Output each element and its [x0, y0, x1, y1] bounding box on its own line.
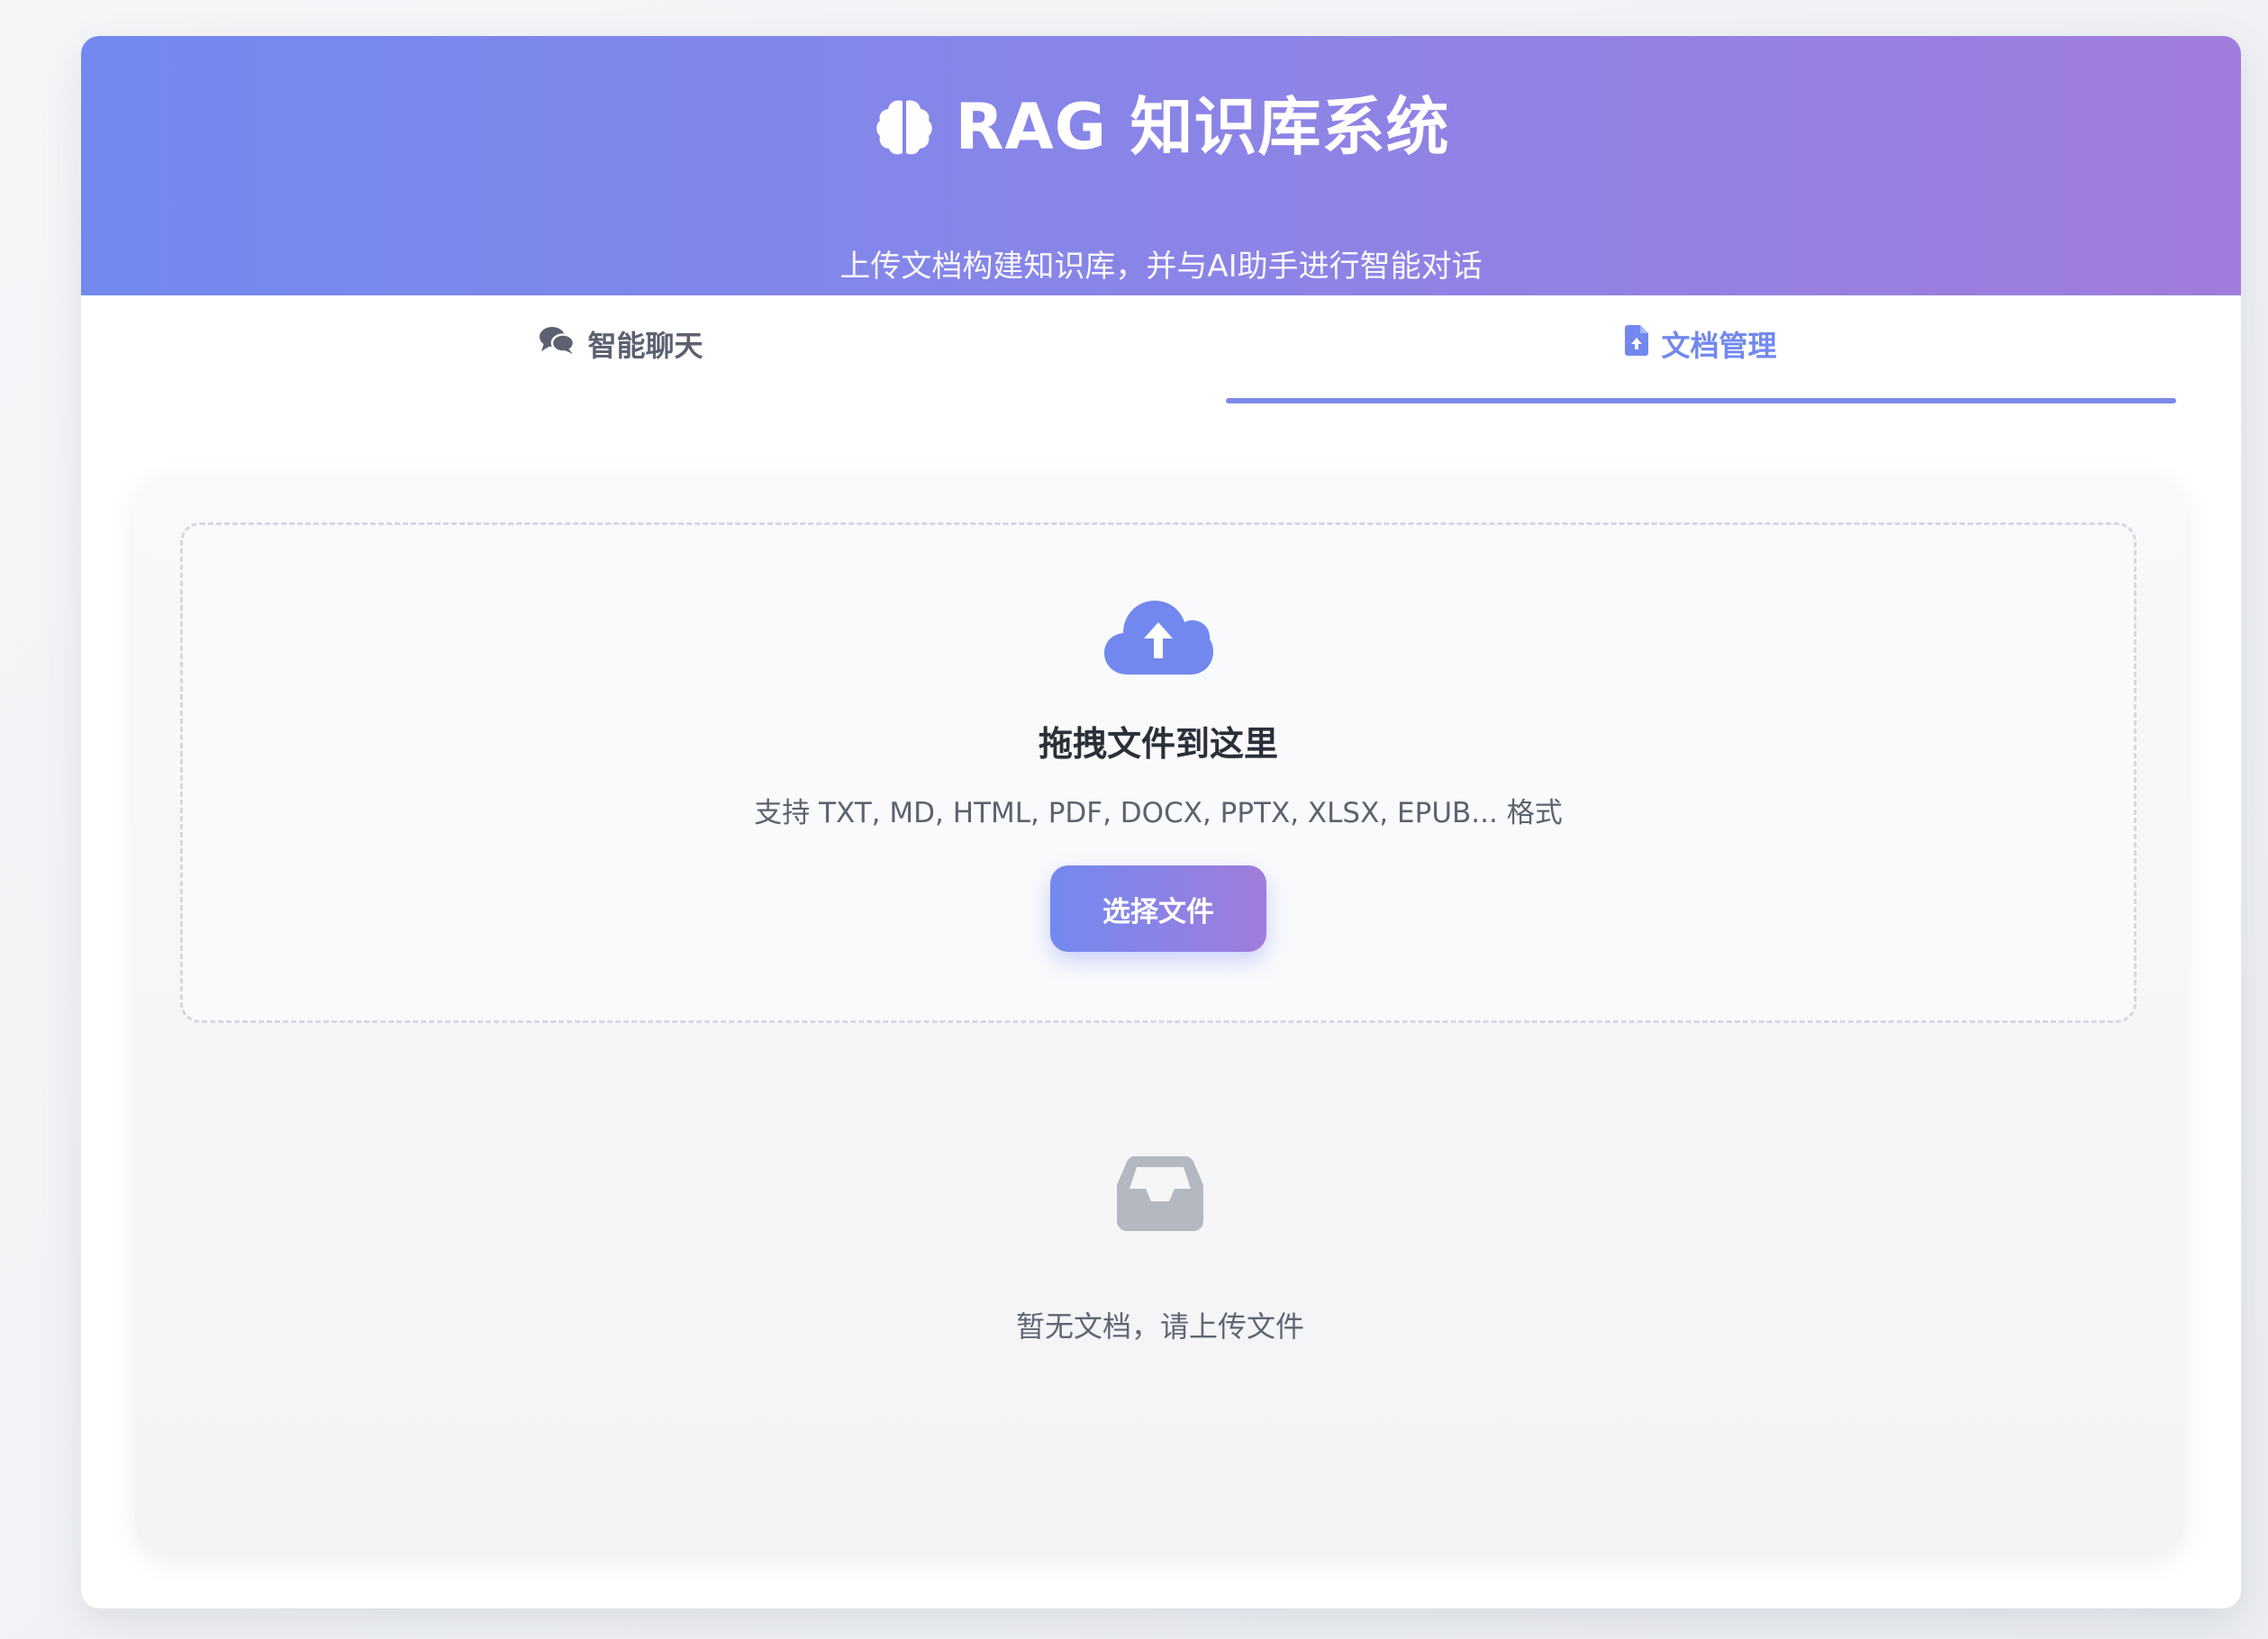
tab-chat-label: 智能聊天	[587, 329, 703, 363]
tab-documents[interactable]: 文档管理	[1161, 295, 2241, 421]
tab-bar: 智能聊天 文档管理	[81, 295, 2241, 421]
file-upload-icon	[1625, 325, 1649, 363]
brain-icon	[873, 95, 936, 158]
header-banner: RAG 知识库系统 上传文档构建知识库，并与AI助手进行智能对话	[81, 36, 2241, 295]
tab-chat[interactable]: 智能聊天	[81, 295, 1161, 421]
supported-formats: 支持 TXT, MD, HTML, PDF, DOCX, PPTX, XLSX,…	[754, 797, 1563, 829]
empty-documents-text: 暂无文档，请上传文件	[1015, 1309, 1304, 1344]
file-dropzone[interactable]: 拖拽文件到这里 支持 TXT, MD, HTML, PDF, DOCX, PPT…	[180, 522, 2136, 1023]
select-file-button[interactable]: 选择文件	[1050, 865, 1266, 952]
dropzone-title: 拖拽文件到这里	[1038, 724, 1278, 764]
page-subtitle: 上传文档构建知识库，并与AI助手进行智能对话	[839, 249, 1483, 285]
tab-documents-label: 文档管理	[1661, 329, 1777, 363]
page-title: RAG 知识库系统	[955, 90, 1450, 164]
comments-icon	[539, 325, 576, 363]
title-row: RAG 知识库系统	[81, 95, 2241, 158]
inbox-icon	[1117, 1155, 1203, 1236]
cloud-upload-icon	[1102, 597, 1214, 680]
app-window: RAG 知识库系统 上传文档构建知识库，并与AI助手进行智能对话 智能聊天 文档…	[81, 36, 2241, 1608]
documents-panel: 拖拽文件到这里 支持 TXT, MD, HTML, PDF, DOCX, PPT…	[135, 475, 2185, 1554]
